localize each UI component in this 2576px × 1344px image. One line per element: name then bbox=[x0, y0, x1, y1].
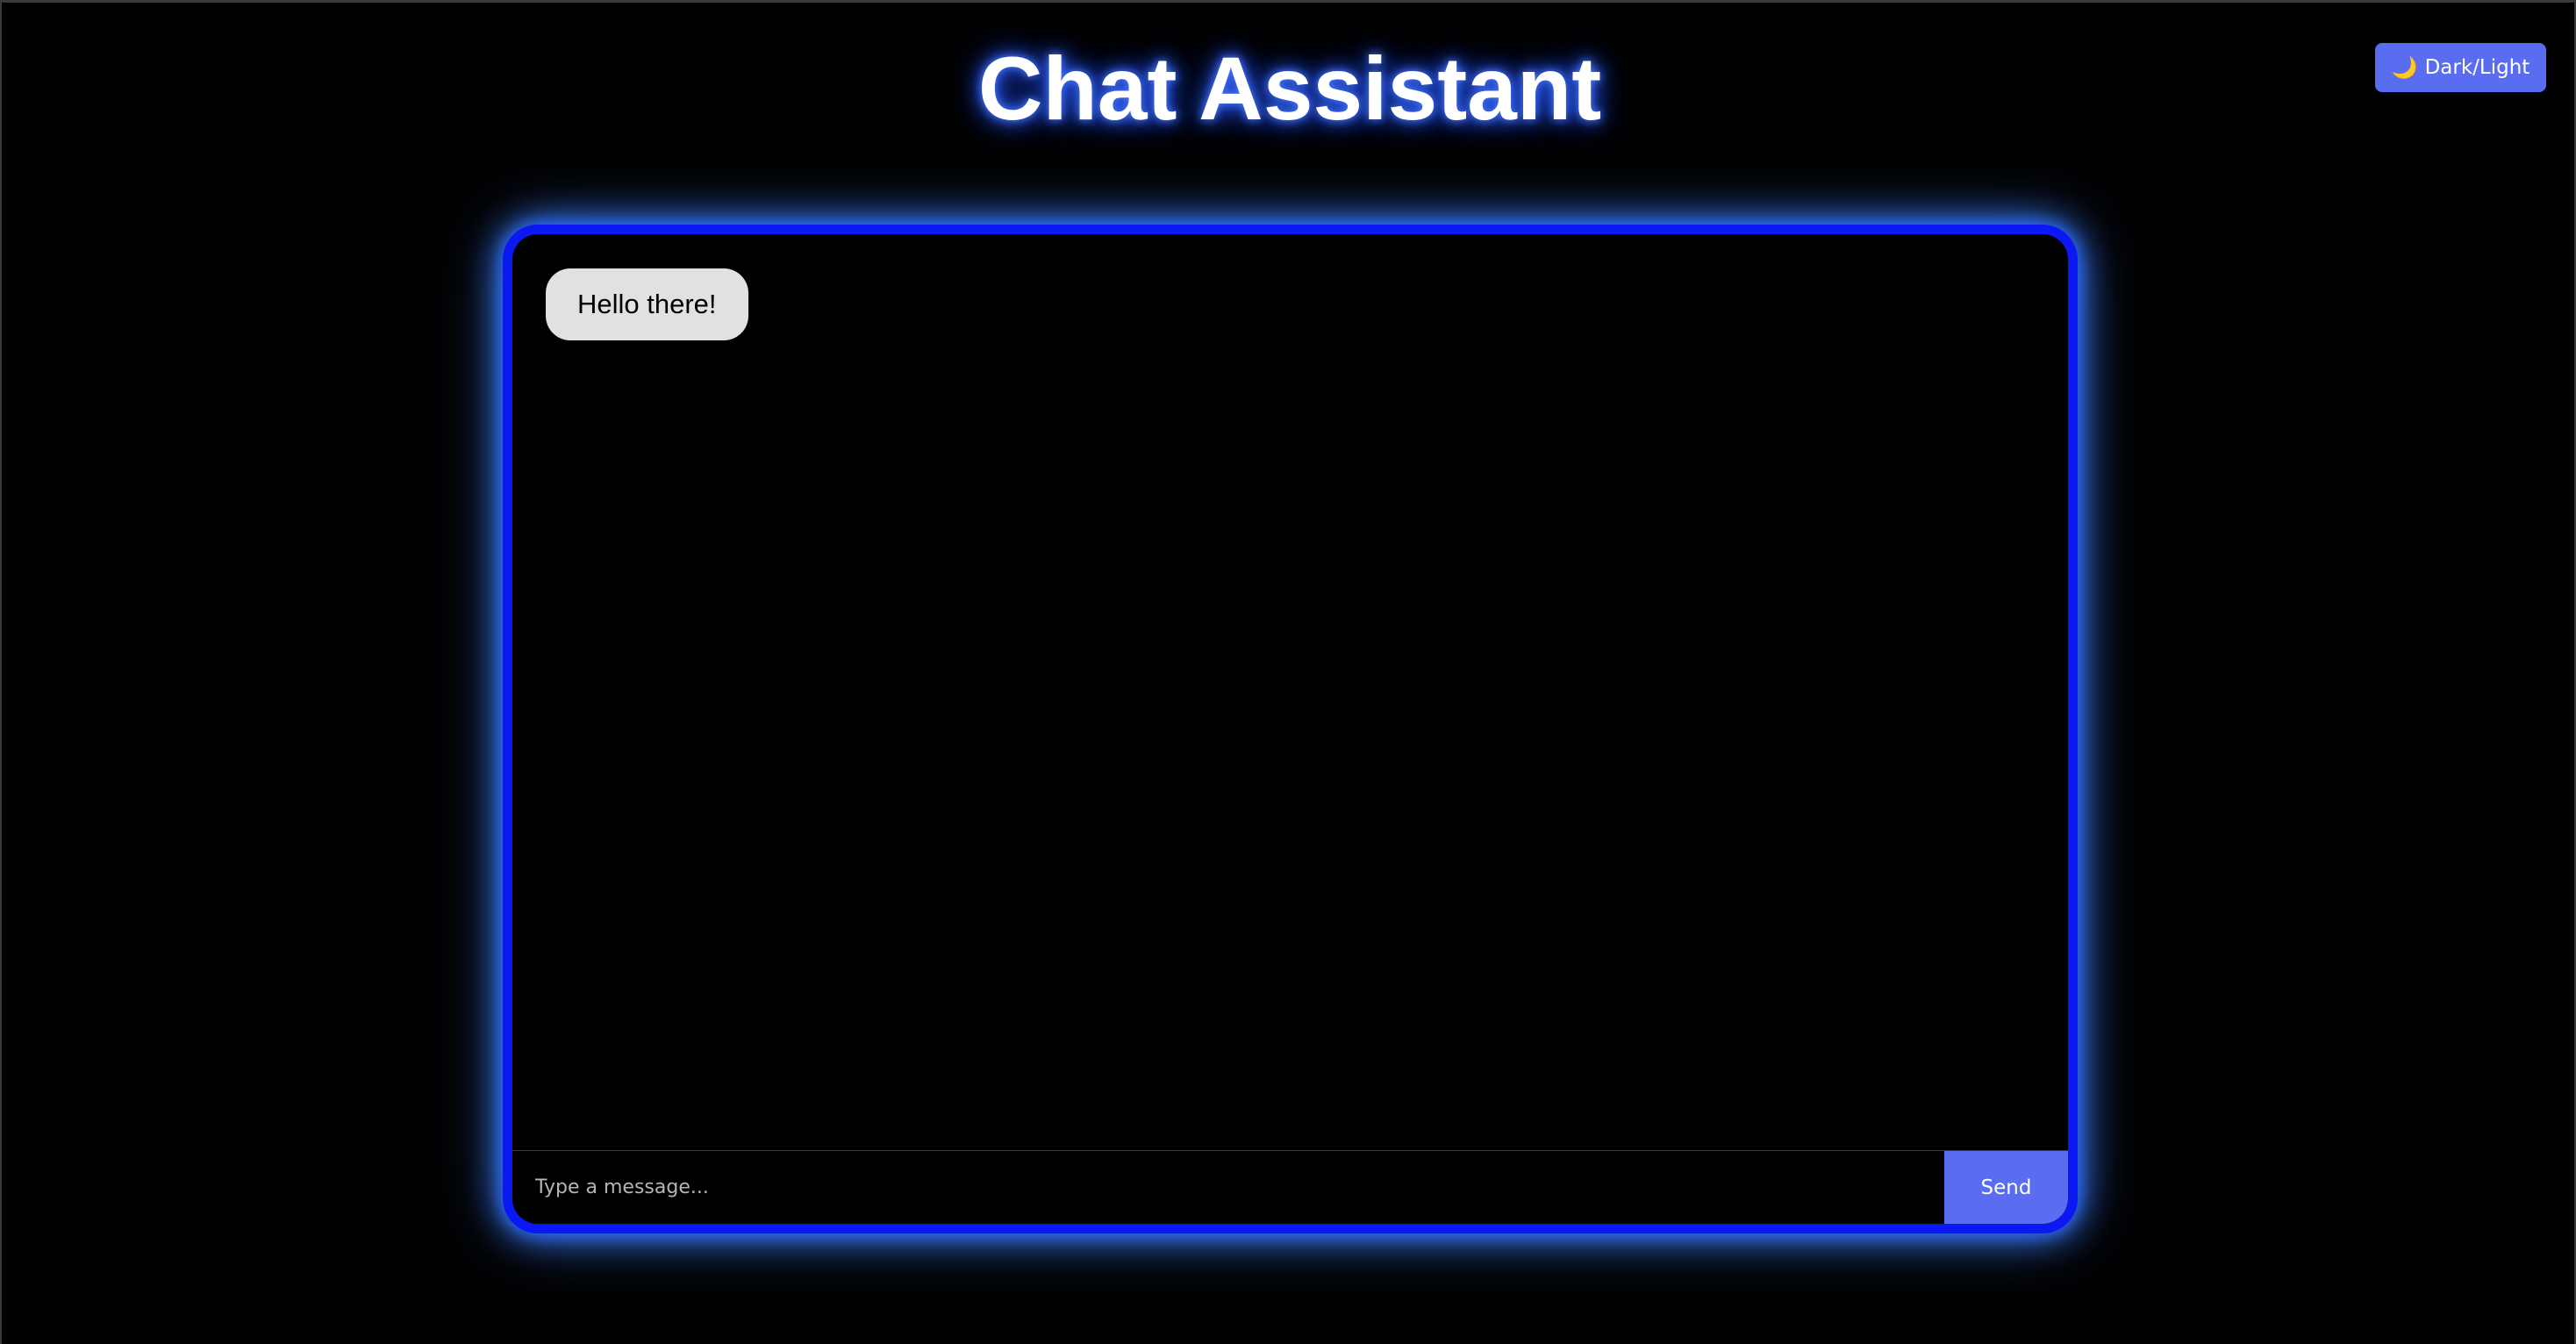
send-button[interactable]: Send bbox=[1944, 1151, 2068, 1224]
theme-toggle-label: Dark/Light bbox=[2424, 56, 2530, 79]
message-input[interactable] bbox=[512, 1151, 1944, 1224]
chat-window: Hello there! Send bbox=[503, 225, 2078, 1233]
theme-toggle-button[interactable]: 🌙 Dark/Light bbox=[2375, 43, 2546, 92]
composer: Send bbox=[512, 1150, 2068, 1224]
page-title: Chat Assistant bbox=[977, 39, 1602, 139]
message-bubble: Hello there! bbox=[546, 268, 748, 340]
moon-icon: 🌙 bbox=[2391, 55, 2418, 80]
message-list[interactable]: Hello there! bbox=[512, 234, 2068, 1151]
